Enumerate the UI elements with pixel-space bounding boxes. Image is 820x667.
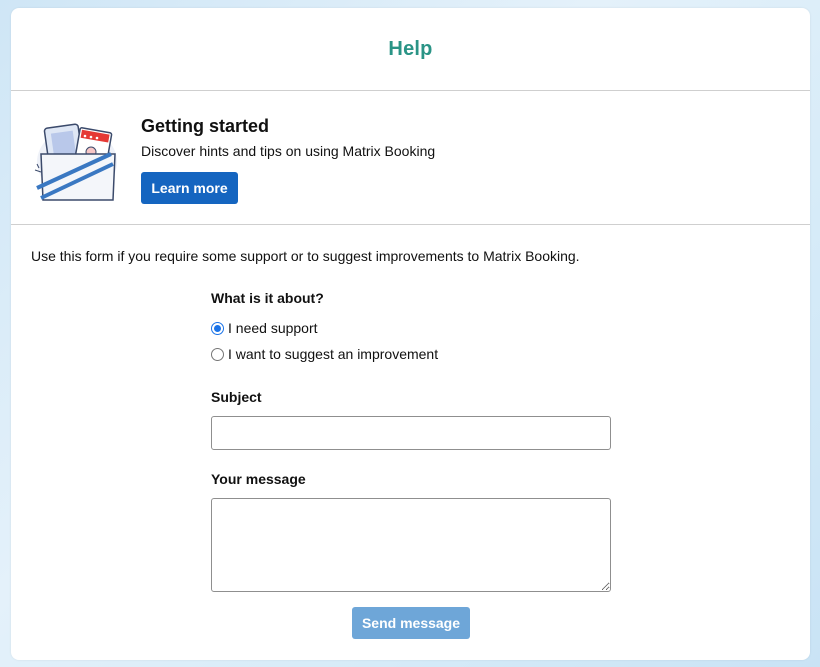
form-intro-text: Use this form if you require some suppor… xyxy=(31,248,580,264)
topic-question-label: What is it about? xyxy=(211,290,324,306)
subject-label: Subject xyxy=(211,389,262,405)
getting-started-title: Getting started xyxy=(141,116,270,136)
folder-documents-icon xyxy=(34,123,117,201)
section-divider xyxy=(11,224,810,225)
option-suggest-improvement[interactable]: I want to suggest an improvement xyxy=(211,346,438,362)
help-panel: Help Getting started Discover hints and … xyxy=(11,8,810,660)
message-label: Your message xyxy=(211,471,306,487)
radio-need-support[interactable] xyxy=(211,321,224,335)
page-title: Help xyxy=(388,37,433,60)
option-need-support[interactable]: I need support xyxy=(211,320,318,336)
getting-started-subtitle: Discover hints and tips on using Matrix … xyxy=(141,143,436,159)
option-suggest-improvement-label: I want to suggest an improvement xyxy=(228,346,439,362)
option-need-support-label: I need support xyxy=(228,320,318,336)
message-textarea[interactable] xyxy=(211,498,611,592)
header-divider xyxy=(11,90,810,91)
radio-suggest-improvement[interactable] xyxy=(211,347,224,361)
send-message-button[interactable]: Send message xyxy=(352,607,470,639)
learn-more-button[interactable]: Learn more xyxy=(141,172,238,204)
subject-input[interactable] xyxy=(211,416,611,450)
